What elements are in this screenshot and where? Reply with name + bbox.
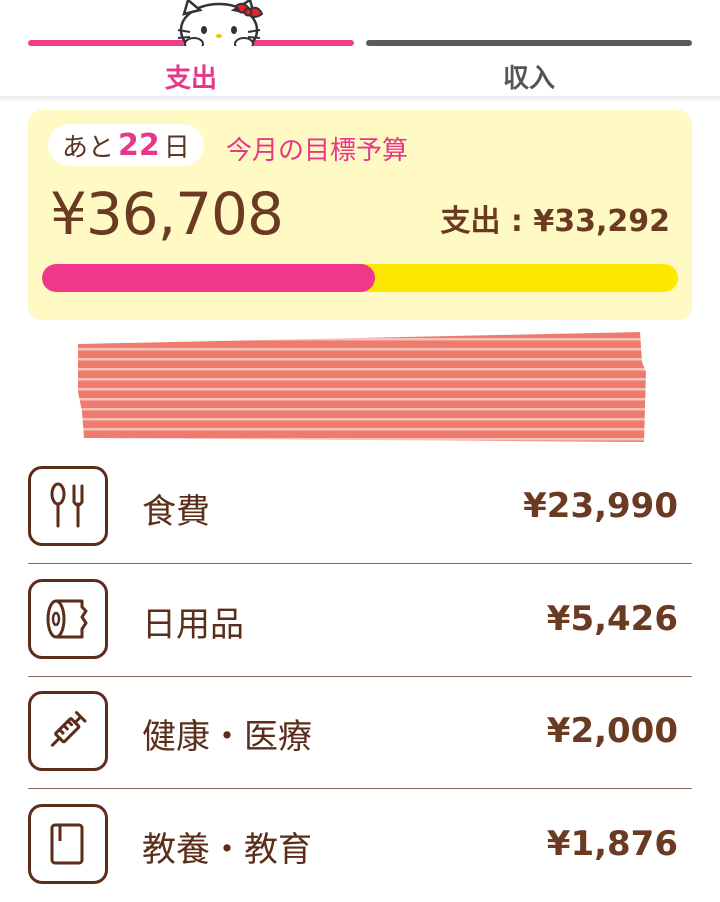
category-amount: ¥5,426 (546, 599, 678, 639)
category-name: 教養・教育 (142, 830, 312, 870)
tab-income-indicator (366, 40, 692, 46)
tab-expense-label: 支出 (164, 64, 217, 94)
budget-label: 今月の目標予算 (226, 136, 409, 166)
category-name: 健康・医療 (142, 717, 312, 757)
tab-expense[interactable]: 支出 (28, 0, 354, 96)
tab-income[interactable]: 収入 (366, 0, 692, 96)
row-divider (28, 788, 692, 789)
category-amount: ¥2,000 (546, 711, 678, 751)
tab-income-label: 収入 (502, 64, 555, 94)
category-row-daily-goods[interactable]: 日用品 ¥5,426 (28, 565, 692, 677)
category-amount: ¥23,990 (523, 486, 678, 526)
notebook-icon (28, 804, 108, 884)
days-prefix: あと (62, 132, 115, 163)
remaining-budget: ¥36,708 (50, 180, 284, 248)
budget-progress-fill (42, 264, 376, 292)
category-row-education[interactable]: 教養・教育 ¥1,876 (28, 790, 692, 902)
category-row-food[interactable]: 食費 ¥23,990 (28, 452, 692, 564)
fork-spoon-icon (28, 466, 108, 546)
category-name: 日用品 (142, 605, 244, 645)
row-divider (28, 563, 692, 564)
category-name: 食費 (142, 492, 210, 532)
budget-card[interactable]: あと 22 日 今月の目標予算 ¥36,708 支出 : ¥33,292 (28, 110, 692, 320)
days-left-value: 22 (118, 127, 160, 163)
tab-bar: 支出 収入 (0, 0, 720, 98)
category-row-health[interactable]: 健康・医療 ¥2,000 (28, 677, 692, 789)
spent-summary: 支出 : ¥33,292 (440, 204, 670, 239)
days-suffix: 日 (163, 132, 190, 163)
days-left-badge: あと 22 日 (48, 124, 204, 166)
category-amount: ¥1,876 (546, 824, 678, 864)
striped-tape-decoration (78, 332, 646, 442)
budget-progress-bar (42, 264, 678, 292)
toilet-paper-icon (28, 579, 108, 659)
syringe-icon (28, 691, 108, 771)
kitty-mascot-icon (177, 0, 264, 46)
